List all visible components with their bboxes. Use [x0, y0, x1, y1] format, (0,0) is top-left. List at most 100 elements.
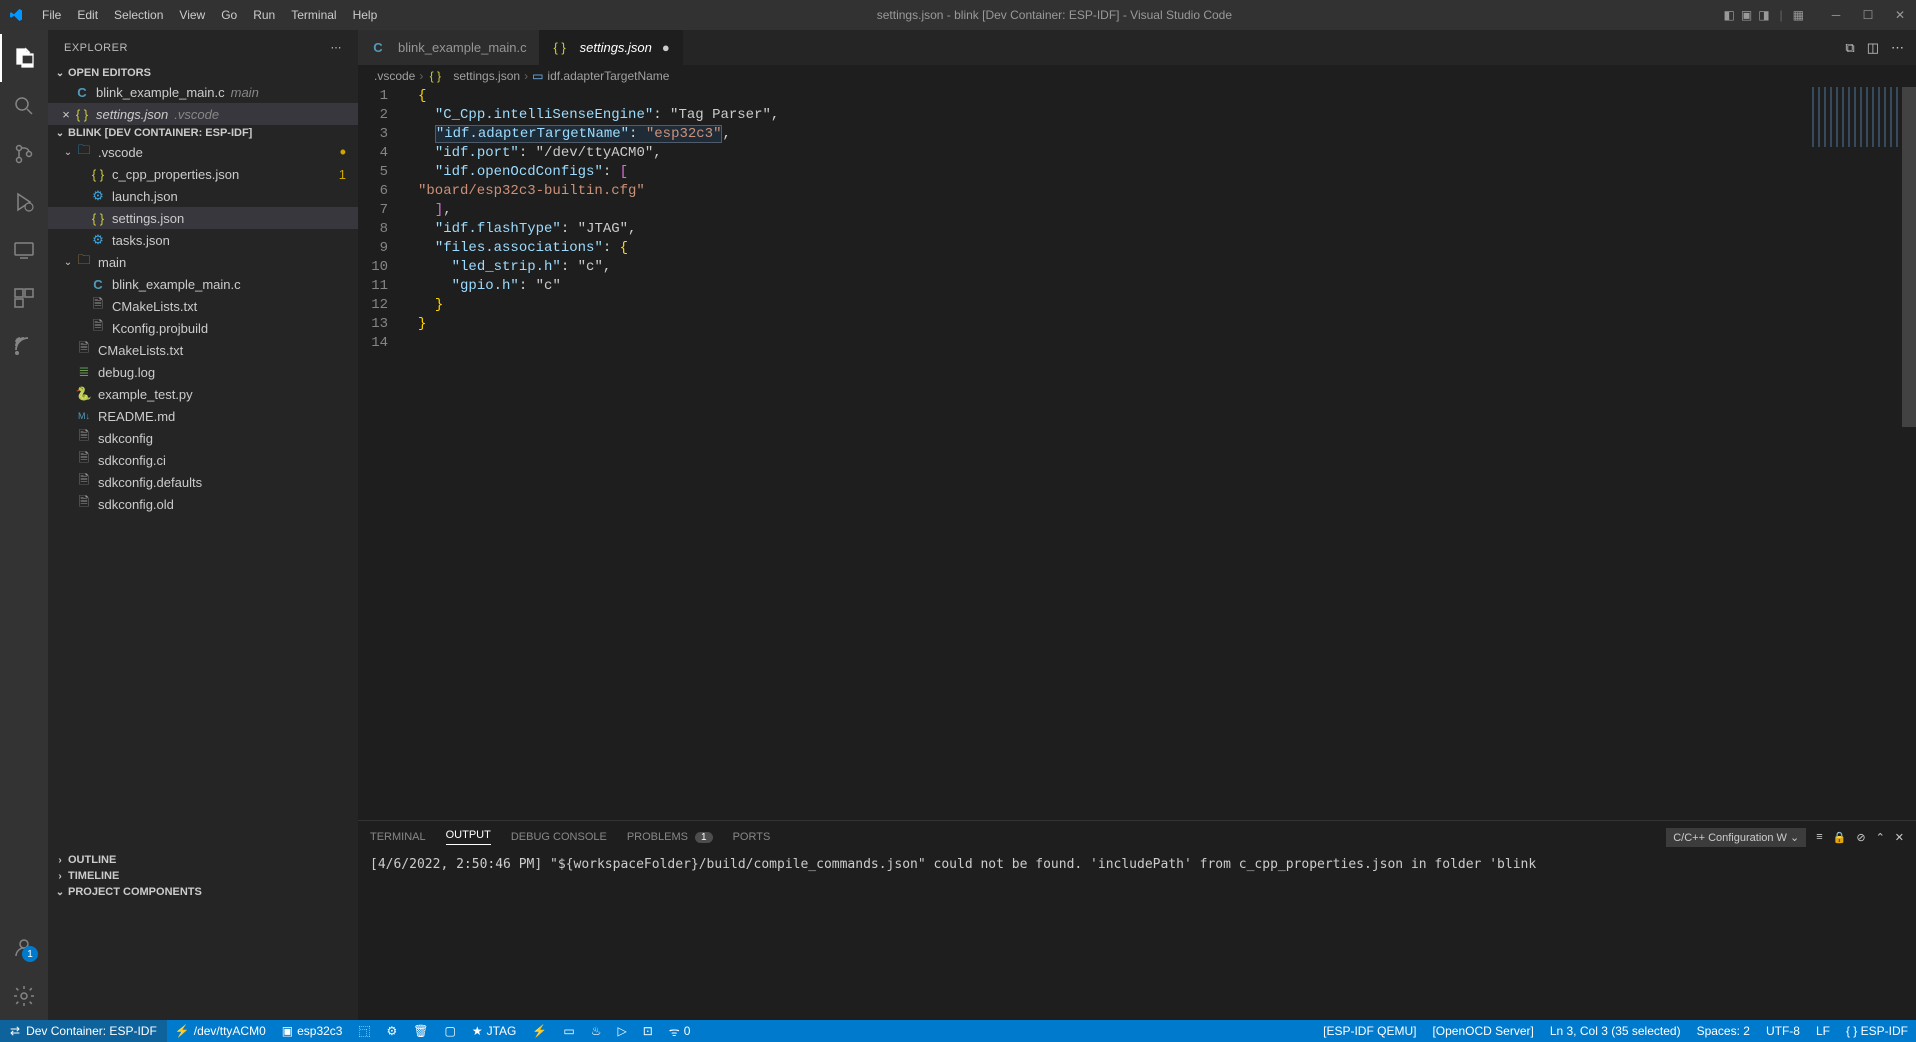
- activity-source-control[interactable]: [0, 130, 48, 178]
- section-workspace[interactable]: ⌄ BLINK [DEV CONTAINER: ESP-IDF]: [48, 125, 358, 141]
- scrollbar-vertical[interactable]: [1902, 87, 1916, 820]
- file-item[interactable]: ≣debug.log: [48, 361, 358, 383]
- status-item[interactable]: ▷: [609, 1023, 634, 1040]
- status-item[interactable]: ♨: [583, 1023, 610, 1040]
- status-item[interactable]: UTF-8: [1758, 1024, 1808, 1038]
- status-item[interactable]: [ESP-IDF QEMU]: [1315, 1024, 1424, 1038]
- activity-remote-explorer[interactable]: [0, 226, 48, 274]
- breadcrumb-item[interactable]: idf.adapterTargetName: [547, 69, 669, 83]
- breadcrumb[interactable]: .vscode › { } settings.json › ▭ idf.adap…: [358, 65, 1916, 87]
- file-item[interactable]: ⚙tasks.json: [48, 229, 358, 251]
- panel-tab-debug-console[interactable]: DEBUG CONSOLE: [511, 831, 607, 843]
- open-editor-item[interactable]: × { } settings.json .vscode: [48, 103, 358, 125]
- file-item[interactable]: Cblink_example_main.c: [48, 273, 358, 295]
- activity-bar: 1: [0, 30, 48, 1020]
- editor-compare-icon[interactable]: ⧉: [1845, 40, 1854, 56]
- menu-edit[interactable]: Edit: [69, 8, 106, 22]
- file-item[interactable]: 🗎sdkconfig: [48, 427, 358, 449]
- code-content[interactable]: { "C_Cpp.intelliSenseEngine": "Tag Parse…: [408, 87, 1916, 820]
- file-item[interactable]: 🗎CMakeLists.txt: [48, 339, 358, 361]
- activity-accounts[interactable]: 1: [0, 924, 48, 972]
- panel-filter-icon[interactable]: ≡: [1816, 831, 1822, 843]
- panel-lock-icon[interactable]: 🔒: [1833, 831, 1847, 844]
- status-item[interactable]: Ln 3, Col 3 (35 selected): [1542, 1024, 1689, 1038]
- status-item[interactable]: { } ESP-IDF: [1838, 1024, 1916, 1038]
- file-item[interactable]: 🗎CMakeLists.txt: [48, 295, 358, 317]
- activity-search[interactable]: [0, 82, 48, 130]
- status-item[interactable]: ⿹: [350, 1023, 378, 1040]
- status-item[interactable]: ▭: [555, 1023, 582, 1040]
- panel-tab-problems[interactable]: PROBLEMS 1: [627, 831, 713, 843]
- status-item[interactable]: Spaces: 2: [1689, 1024, 1758, 1038]
- minimap[interactable]: [1812, 87, 1902, 147]
- breadcrumb-item[interactable]: settings.json: [453, 69, 520, 83]
- tab-settings-json[interactable]: { } settings.json ●: [540, 30, 683, 65]
- status-item[interactable]: LF: [1808, 1024, 1838, 1038]
- file-item[interactable]: ⚙launch.json: [48, 185, 358, 207]
- editor-split-icon[interactable]: ◫: [1867, 40, 1879, 56]
- tab-modified-dot-icon[interactable]: ●: [662, 40, 670, 55]
- panel-maximize-icon[interactable]: ⌃: [1876, 831, 1885, 844]
- status-item[interactable]: ⚡: [524, 1023, 555, 1040]
- sidebar-more-icon[interactable]: ⋯: [331, 41, 343, 54]
- file-item[interactable]: M↓README.md: [48, 405, 358, 427]
- breadcrumb-item[interactable]: .vscode: [374, 69, 415, 83]
- tab-blink-example-main[interactable]: C blink_example_main.c: [358, 30, 540, 65]
- folder-item[interactable]: ⌄🗀main: [48, 251, 358, 273]
- file-item[interactable]: 🗎sdkconfig.defaults: [48, 471, 358, 493]
- minimize-button[interactable]: ─: [1828, 8, 1844, 22]
- status-item[interactable]: ⚙: [379, 1023, 406, 1040]
- file-item[interactable]: { }c_cpp_properties.json1: [48, 163, 358, 185]
- menu-help[interactable]: Help: [345, 8, 386, 22]
- activity-explorer[interactable]: [0, 34, 48, 82]
- status-item[interactable]: ᯤ0: [661, 1023, 699, 1040]
- output-channel-select[interactable]: C/C++ Configuration W ⌄: [1666, 828, 1806, 847]
- menu-go[interactable]: Go: [213, 8, 245, 22]
- status-item[interactable]: ★JTAG: [464, 1023, 525, 1040]
- activity-extensions[interactable]: [0, 274, 48, 322]
- menu-terminal[interactable]: Terminal: [283, 8, 344, 22]
- panel-tab-ports[interactable]: PORTS: [733, 831, 771, 843]
- section-timeline[interactable]: › TIMELINE: [48, 868, 358, 884]
- panel-close-icon[interactable]: ✕: [1895, 831, 1904, 844]
- panel-tab-terminal[interactable]: TERMINAL: [370, 831, 426, 843]
- status-item[interactable]: ⚡/dev/ttyACM0: [167, 1023, 274, 1040]
- status-remote[interactable]: ⇄ Dev Container: ESP-IDF: [0, 1020, 167, 1042]
- close-editor-icon[interactable]: ×: [58, 107, 74, 122]
- status-item[interactable]: ▢: [437, 1023, 464, 1040]
- section-project-components[interactable]: ⌄ PROJECT COMPONENTS: [48, 884, 358, 900]
- editor-more-icon[interactable]: ⋯: [1891, 40, 1904, 56]
- file-item[interactable]: 🗎sdkconfig.old: [48, 493, 358, 515]
- menu-run[interactable]: Run: [245, 8, 283, 22]
- output-content[interactable]: [4/6/2022, 2:50:46 PM] "${workspaceFolde…: [358, 853, 1916, 1020]
- customize-layout-icon[interactable]: ▦: [1793, 8, 1804, 22]
- file-item[interactable]: 🐍example_test.py: [48, 383, 358, 405]
- file-item[interactable]: { }settings.json: [48, 207, 358, 229]
- folder-item[interactable]: ⌄🗀.vscode•: [48, 141, 358, 163]
- status-item[interactable]: 🗑: [405, 1023, 436, 1040]
- menu-view[interactable]: View: [171, 8, 213, 22]
- status-item[interactable]: ⊡: [635, 1023, 661, 1040]
- activity-espressif[interactable]: [0, 322, 48, 370]
- panel-clear-icon[interactable]: ⊘: [1856, 831, 1865, 844]
- status-item[interactable]: ▣esp32c3: [274, 1023, 351, 1040]
- file-item[interactable]: 🗎Kconfig.projbuild: [48, 317, 358, 339]
- box-icon: ▷: [617, 1024, 626, 1038]
- scrollbar-thumb[interactable]: [1902, 87, 1916, 427]
- activity-run-debug[interactable]: [0, 178, 48, 226]
- toggle-panel-left-icon[interactable]: ◧: [1724, 8, 1735, 22]
- menu-selection[interactable]: Selection: [106, 8, 171, 22]
- panel-tab-output[interactable]: OUTPUT: [446, 829, 491, 845]
- maximize-button[interactable]: ☐: [1860, 8, 1876, 22]
- toggle-panel-bottom-icon[interactable]: ▣: [1741, 8, 1752, 22]
- status-item[interactable]: [OpenOCD Server]: [1424, 1024, 1541, 1038]
- section-open-editors[interactable]: ⌄ OPEN EDITORS: [48, 65, 358, 81]
- close-button[interactable]: ✕: [1892, 8, 1908, 22]
- code-editor[interactable]: 1234567891011121314 { "C_Cpp.intelliSens…: [358, 87, 1916, 820]
- activity-settings[interactable]: [0, 972, 48, 1020]
- menu-file[interactable]: File: [34, 8, 69, 22]
- section-outline[interactable]: › OUTLINE: [48, 852, 358, 868]
- file-item[interactable]: 🗎sdkconfig.ci: [48, 449, 358, 471]
- open-editor-item[interactable]: C blink_example_main.c main: [48, 81, 358, 103]
- toggle-panel-right-icon[interactable]: ◨: [1758, 8, 1769, 22]
